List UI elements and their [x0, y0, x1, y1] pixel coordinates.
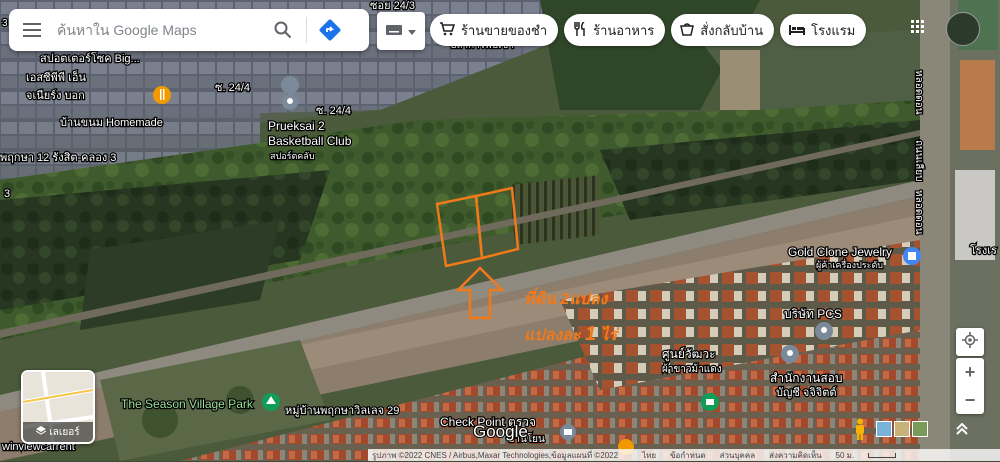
- satellite-map[interactable]: ซอย 24/3 สปอตเตอร์โซค Big... เอสซีพีพี เ…: [0, 0, 1000, 461]
- street-view-bar: [850, 414, 986, 444]
- imagery-thumb[interactable]: [912, 421, 928, 437]
- map-label-prueksai: Prueksai 2: [268, 119, 325, 133]
- pin-icon[interactable]: [781, 345, 799, 363]
- credits-bar: รูปภาพ ©2022 CNES / Airbus,Maxar Technol…: [368, 449, 1000, 461]
- google-logo: Google: [473, 422, 528, 441]
- map-label-gold-clone: Gold Clone Jewelry: [788, 245, 892, 259]
- park-pin-icon[interactable]: [262, 393, 280, 411]
- map-label-season: The Season Village Park: [121, 397, 254, 411]
- chip-grocery[interactable]: ร้านขายของชำ: [430, 14, 559, 46]
- scale-bar: [868, 452, 897, 458]
- map-label-office2: บัญชี จจิจิตต์: [776, 386, 837, 399]
- map-label-road: พฤกษา 12 รังสิต-คลอง 3: [0, 152, 116, 164]
- language-link[interactable]: ไทย: [642, 449, 656, 462]
- search-divider: [306, 17, 307, 43]
- search-input[interactable]: [55, 21, 264, 39]
- pin-icon[interactable]: [815, 322, 833, 340]
- map-label-center2: ผ้าขาวม้าแดง: [662, 363, 722, 375]
- office-pin-icon[interactable]: [560, 424, 576, 440]
- map-label-soi-top: ซอย 24/3: [370, 0, 415, 12]
- input-tools-button[interactable]: [377, 12, 425, 50]
- bed-icon: [789, 23, 806, 38]
- apps-grid-icon[interactable]: [909, 18, 927, 36]
- map-label-center: ศูนย์วัฒวะ: [662, 347, 716, 362]
- imagery-thumbnails[interactable]: [876, 421, 928, 437]
- keyboard-icon: [386, 22, 402, 40]
- bank-pin-icon[interactable]: [701, 393, 719, 411]
- map-label-village: หมู่บ้านพฤกษาวิลเลจ 29: [285, 405, 399, 417]
- imagery-thumb[interactable]: [894, 421, 910, 437]
- map-label-side-road2: ถนนเลียบ: [913, 140, 925, 181]
- map-label-big-c: สปอตเตอร์โซค Big...: [40, 51, 140, 65]
- chip-grocery-label: ร้านขายของชำ: [461, 22, 548, 38]
- map-label-homemade: บ้านขนม Homemade: [60, 117, 163, 129]
- search-box: [9, 9, 369, 51]
- map-label-gold-clone-sub: ผู้ค้าเครื่องประดับ: [816, 258, 883, 271]
- map-label-soi-24-4b: ซ. 24/4: [316, 105, 351, 117]
- chip-restaurant-label: ร้านอาหาร: [593, 22, 655, 38]
- chip-hotel-label: โรงแรม: [811, 22, 856, 38]
- search-icon[interactable]: [264, 9, 302, 51]
- layers-label: เลเยอร์: [49, 426, 80, 438]
- map-label-sport-club: สปอร์ตคลับ: [270, 150, 315, 161]
- restaurant-pin-icon[interactable]: [153, 86, 171, 104]
- imagery-thumb[interactable]: [876, 421, 892, 437]
- imagery-credit: รูปภาพ ©2022 CNES / Airbus,Maxar Technol…: [372, 450, 619, 460]
- map-label-rong: โรงเร: [970, 243, 997, 257]
- map-label-jinering: จเนียร์ง บอก: [26, 89, 85, 102]
- cart-icon: [439, 21, 456, 39]
- my-location-button[interactable]: [956, 328, 984, 356]
- map-label-office: สำนักงานสอบ: [770, 371, 842, 385]
- scale-label[interactable]: 50 ม.: [836, 449, 855, 462]
- shopping-pin-icon[interactable]: [903, 247, 921, 265]
- layers-button[interactable]: เลเยอร์: [21, 370, 95, 444]
- map-label-road-num: 3: [4, 188, 10, 200]
- map-label-pwn: เอสซีพีพี เอ็น: [26, 70, 86, 84]
- map-label-side-road1: หลอดดอน: [913, 70, 924, 115]
- menu-icon[interactable]: [9, 9, 55, 51]
- chip-takeout-label: สั่งกลับบ้าน: [700, 22, 764, 38]
- takeout-bag-icon: [680, 22, 695, 39]
- layers-label-bar: เลเยอร์: [23, 422, 93, 442]
- map-label-basketball: Basketball Club: [268, 134, 352, 148]
- privacy-link[interactable]: ส่วนบุคคล: [720, 449, 756, 462]
- zoom-in-button[interactable]: +: [956, 358, 984, 386]
- zoom-controls: + −: [956, 358, 984, 414]
- directions-icon[interactable]: [311, 9, 349, 51]
- land-annotation-line1: ที่ดิน 2แปลง: [524, 287, 608, 308]
- map-label-corner: 3: [2, 18, 8, 29]
- map-label-pcs: บริษัท PCS: [784, 307, 842, 321]
- fork-knife-icon: [573, 20, 587, 39]
- map-label-soi-24-4a: ซ. 24/4: [215, 82, 250, 94]
- zoom-out-button[interactable]: −: [956, 386, 984, 414]
- chip-takeout[interactable]: สั่งกลับบ้าน: [671, 14, 775, 46]
- expand-chevron-icon[interactable]: [952, 414, 972, 444]
- terms-link[interactable]: ข้อกำหนด: [670, 449, 706, 462]
- land-annotation-line2: แปลงละ 1 ไร่: [524, 323, 620, 345]
- my-location-icon: [962, 331, 978, 353]
- category-chips: ร้านขายของชำ ร้านอาหาร สั่งกลับบ้าน โรงแ…: [430, 14, 867, 46]
- avatar[interactable]: [946, 12, 980, 46]
- map-label-side-road3: หลอดดอน: [913, 190, 924, 235]
- chevron-down-icon: [408, 22, 416, 40]
- chip-hotel[interactable]: โรงแรม: [780, 14, 867, 46]
- layers-icon: [36, 425, 47, 439]
- chip-restaurant[interactable]: ร้านอาหาร: [564, 14, 666, 46]
- pegman-icon[interactable]: [850, 414, 870, 444]
- feedback-link[interactable]: ส่งความคิดเห็น: [769, 449, 821, 462]
